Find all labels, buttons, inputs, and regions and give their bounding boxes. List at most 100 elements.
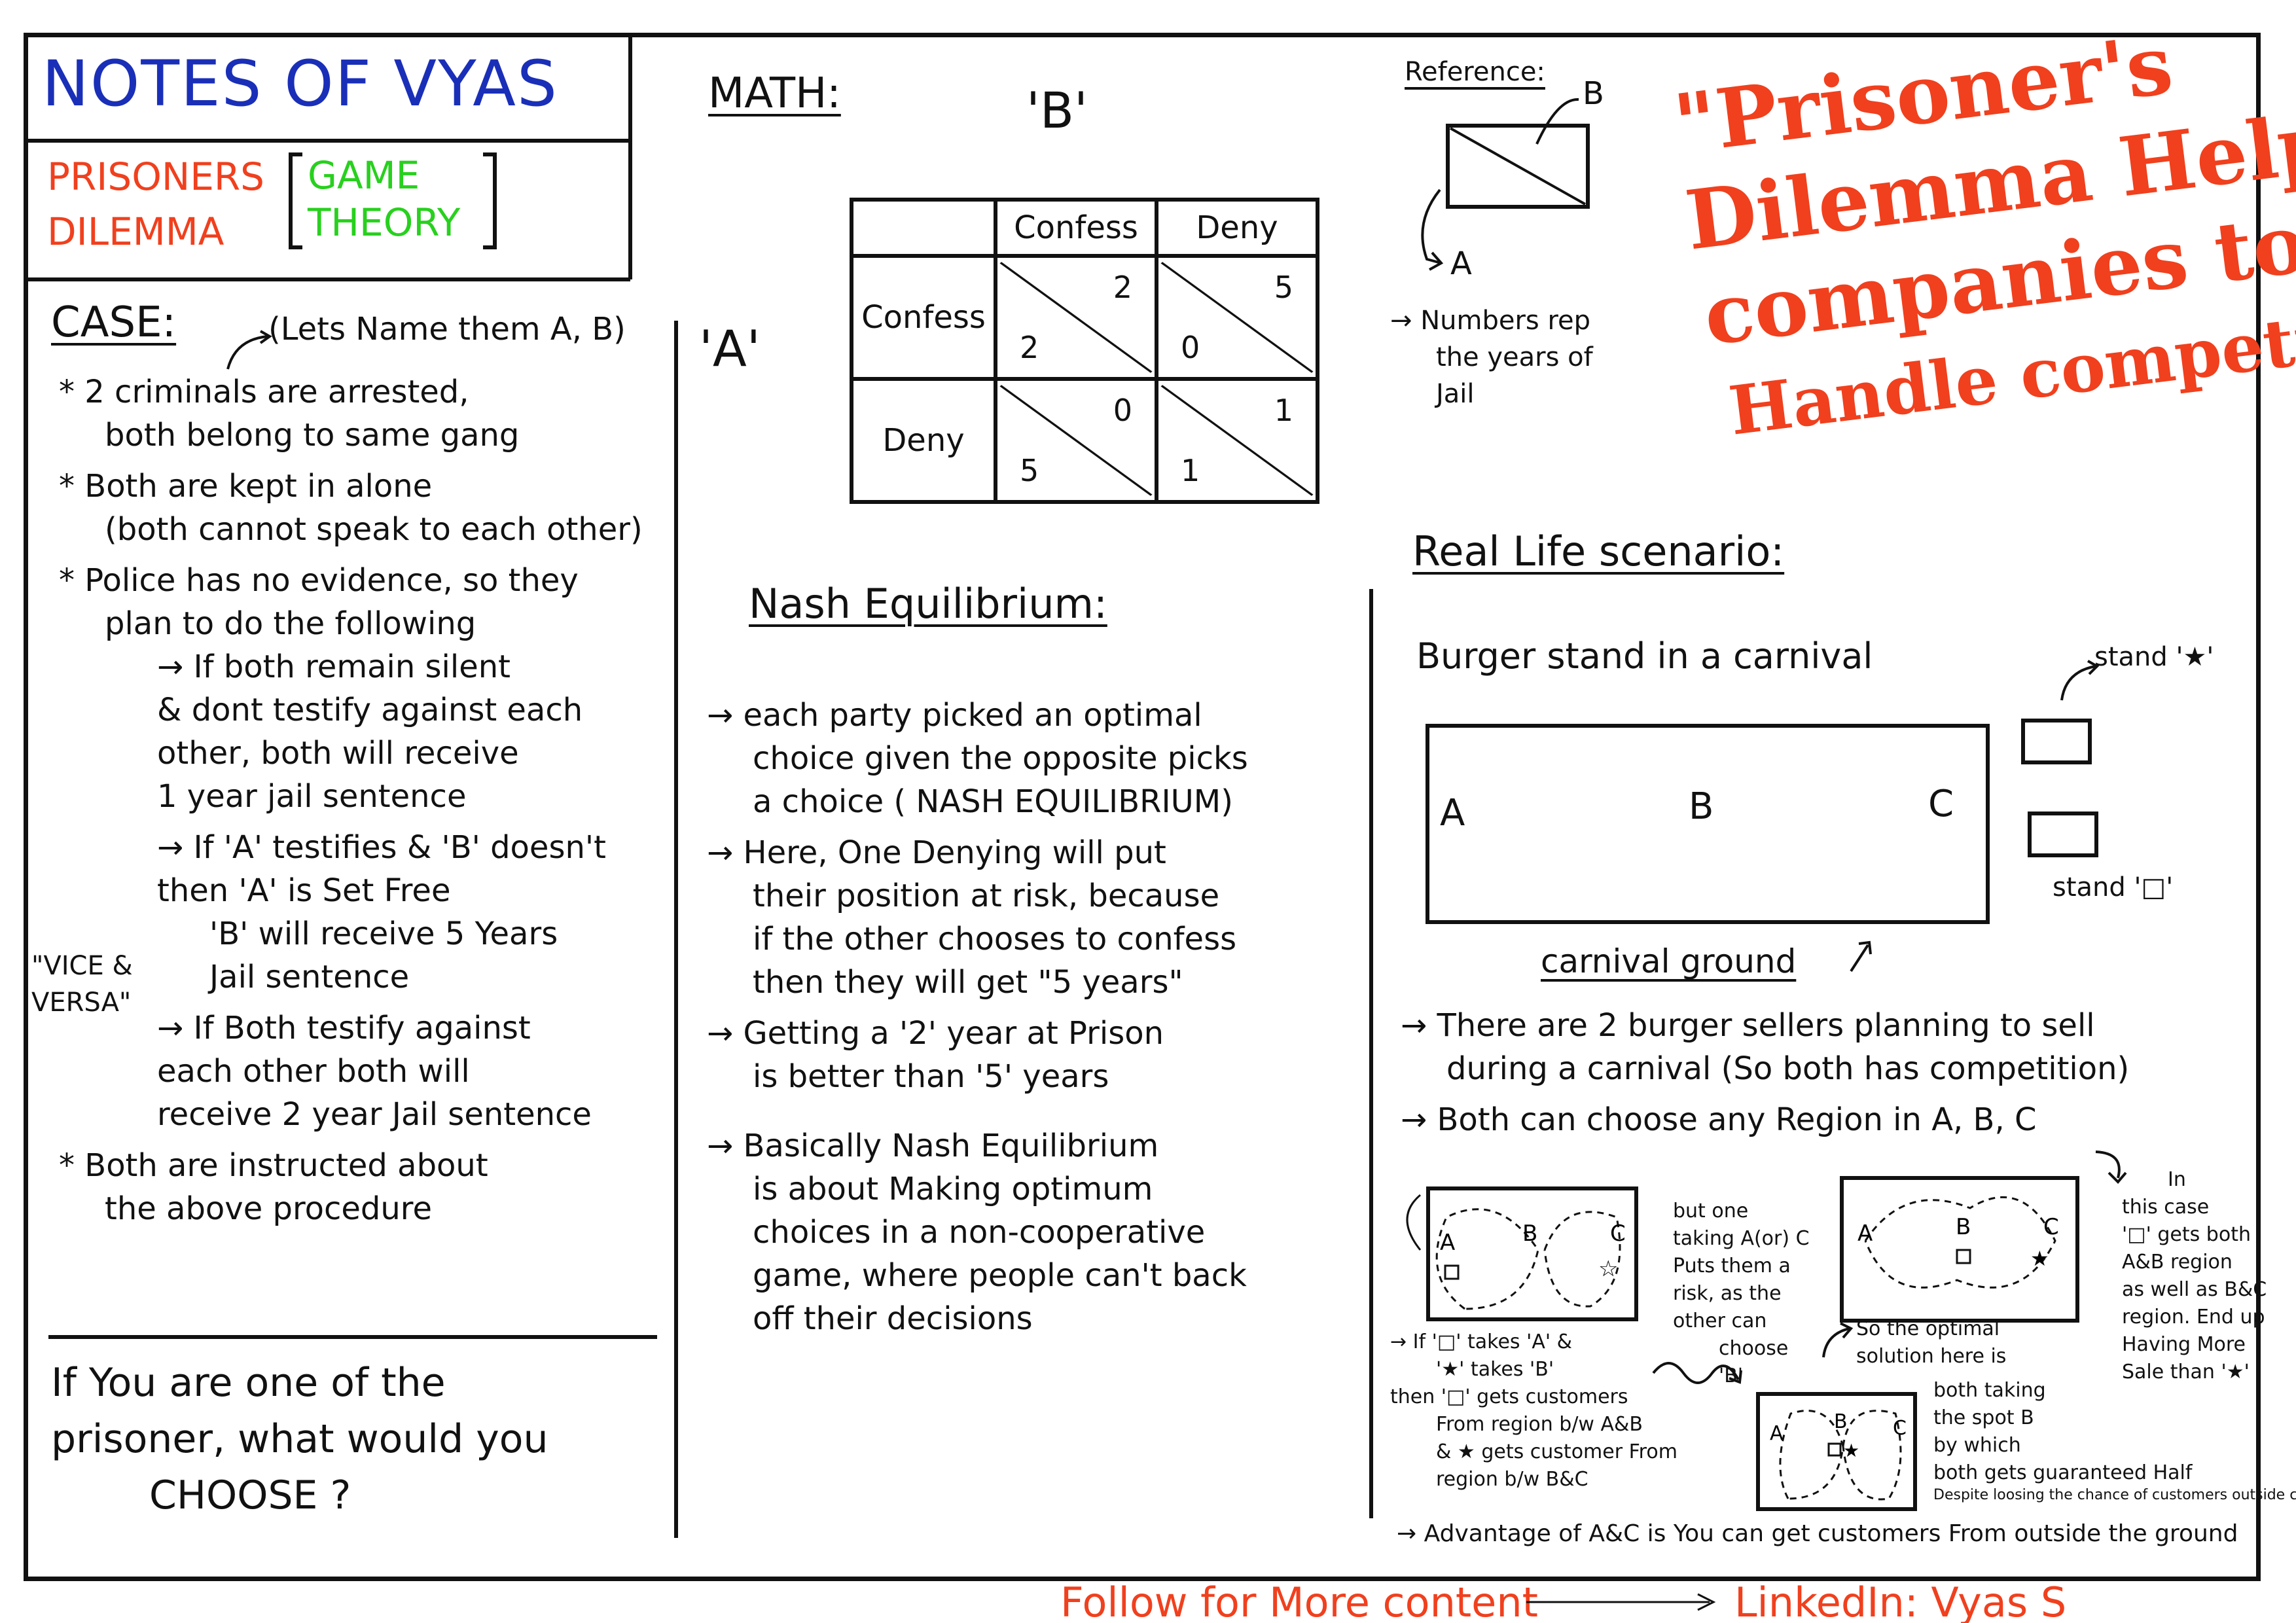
payoff-a: 1	[1181, 453, 1200, 488]
question-line: prisoner, what would you	[51, 1416, 548, 1462]
stand-star-icon	[2021, 719, 2092, 764]
case-line: → If 'A' testifies & 'B' doesn't	[157, 829, 606, 866]
curved-arrow-icon	[1822, 1322, 1854, 1358]
svg-text:C: C	[1610, 1221, 1626, 1247]
case-line: & dont testify against each	[157, 692, 583, 728]
row-header-deny: Deny	[850, 377, 997, 504]
case-line: 1 year jail sentence	[157, 778, 467, 815]
wavy-arrow-icon	[1652, 1362, 1742, 1384]
region-c-label: C	[1928, 783, 1954, 825]
question-divider	[48, 1335, 657, 1339]
left-line: region b/w B&C	[1436, 1468, 1588, 1491]
player-a-label: 'A'	[699, 319, 761, 378]
tag-line: GAME	[308, 153, 420, 198]
up-arrow-icon	[1850, 940, 1872, 972]
diagram3-small-note: Despite loosing the chance of customers …	[1933, 1487, 2296, 1503]
nash-line: is better than '5' years	[753, 1058, 1109, 1095]
tag-label: GAME THEORY	[308, 152, 460, 246]
nash-line: off their decisions	[753, 1300, 1033, 1337]
right-line: region. End up	[2122, 1306, 2265, 1329]
case-line: * Both are instructed about	[59, 1147, 488, 1184]
left-line: From region b/w A&B	[1436, 1413, 1643, 1436]
svg-text:A: A	[1770, 1422, 1784, 1445]
case-line: then 'A' is Set Free	[157, 872, 451, 909]
nash-line: their position at risk, because	[753, 878, 1220, 914]
nash-line: choices in a non-cooperative	[753, 1214, 1206, 1251]
payoff-a: 0	[1181, 330, 1200, 365]
region-b-label: B	[1689, 785, 1714, 828]
case-line: each other both will	[157, 1053, 470, 1090]
follow-cta: Follow for More content	[1060, 1578, 1538, 1623]
payoff-b: 5	[1274, 270, 1293, 305]
vice-versa-note: "VICE & VERSA"	[31, 948, 133, 1021]
stand-square-label: stand '□'	[2053, 872, 2174, 902]
headline-quote: "Prisoner's Dilemma Helps companies to H…	[1662, 0, 2296, 463]
stand-star-label: stand '★'	[2094, 642, 2214, 672]
reference-line: → Numbers rep	[1390, 306, 1591, 336]
case-line: → If both remain silent	[157, 649, 511, 685]
svg-text:B: B	[1522, 1221, 1537, 1247]
nash-line: → Getting a '2' year at Prison	[707, 1015, 1164, 1052]
diagram3-line: by which	[1933, 1434, 2021, 1457]
closing-question: If You are one of the prisoner, what wou…	[51, 1355, 548, 1524]
reference-heading: Reference:	[1405, 57, 1545, 87]
nash-line: → each party picked an optimal	[707, 697, 1202, 734]
diagram1-line: risk, as the	[1673, 1282, 1782, 1305]
question-line: CHOOSE ?	[149, 1472, 351, 1518]
payoff-a: 2	[1020, 330, 1039, 365]
nash-line: → Basically Nash Equilibrium	[707, 1128, 1159, 1164]
diagram1-line: Puts them a	[1673, 1255, 1791, 1277]
right-line: as well as B&C	[2122, 1278, 2267, 1301]
nash-line: then they will get "5 years"	[753, 964, 1183, 1001]
case-line: * Police has no evidence, so they	[59, 562, 579, 599]
question-line: If You are one of the	[51, 1360, 446, 1406]
region-a-label: A	[1440, 792, 1465, 834]
stand-square-icon	[2028, 812, 2098, 857]
topic-line: PRISONERS	[47, 154, 264, 199]
left-line: & ★ gets customer From	[1436, 1440, 1677, 1463]
scenario-line: during a carnival (So both has competiti…	[1446, 1050, 2130, 1087]
svg-text:B: B	[1956, 1214, 1971, 1240]
right-line: Having More	[2122, 1333, 2246, 1356]
optimal-line: So the optimal	[1856, 1317, 2000, 1340]
right-line: '□' gets both	[2122, 1223, 2251, 1246]
page-title: NOTES OF VYAS	[42, 47, 558, 120]
diagram3-note: both taking the spot B by which both get…	[1933, 1377, 2192, 1487]
nash-points: → each party picked an optimal choice gi…	[707, 694, 1248, 1340]
diagram3-line: both taking	[1933, 1379, 2046, 1402]
diagram1-line: taking A(or) C	[1673, 1227, 1810, 1250]
scenario-diagram-ab: ★ A B C	[1840, 1176, 2079, 1323]
case-line: both belong to same gang	[105, 417, 520, 454]
right-line: this case	[2122, 1196, 2210, 1219]
col-header-confess: Confess	[994, 198, 1158, 258]
right-line: A&B region	[2122, 1251, 2233, 1274]
svg-text:C: C	[1893, 1417, 1907, 1440]
left-line: then '□' gets customers	[1390, 1385, 1628, 1408]
svg-text:A: A	[1440, 1230, 1455, 1256]
diagram1-line: other can	[1673, 1310, 1767, 1332]
bracket-close-icon	[483, 152, 497, 249]
diagram3-line: the spot B	[1933, 1406, 2034, 1429]
reference-line: the years of	[1436, 342, 1593, 372]
left-line: '★' takes 'B'	[1436, 1358, 1554, 1381]
payoff-b: 1	[1274, 393, 1293, 428]
payoff-b: 2	[1113, 270, 1132, 305]
case-line: 'B' will receive 5 Years	[209, 916, 558, 952]
real-life-points: → There are 2 burger sellers planning to…	[1401, 1004, 2129, 1141]
scenario-line: → Both can choose any Region in A, B, C	[1401, 1101, 2037, 1138]
reference-line: Jail	[1436, 379, 1475, 409]
column-divider-right	[1369, 589, 1373, 1518]
payoff-matrix: Confess Deny Confess 2 2 5 0 Deny 0 5 1 …	[850, 198, 1319, 504]
player-b-label: 'B'	[1026, 81, 1088, 139]
svg-text:B: B	[1834, 1410, 1848, 1433]
nash-line: if the other chooses to confess	[753, 921, 1237, 957]
case-line: * Both are kept in alone	[59, 468, 433, 505]
long-arrow-icon	[1526, 1593, 1716, 1611]
payoff-cell: 5 0	[1155, 254, 1319, 381]
linkedin-link[interactable]: LinkedIn: Vyas S	[1734, 1578, 2066, 1623]
case-line: → If Both testify against	[157, 1010, 531, 1046]
payoff-cell: 2 2	[994, 254, 1158, 381]
nash-heading: Nash Equilibrium:	[749, 580, 1107, 628]
left-note: → If '□' takes 'A' & '★' takes 'B' then …	[1390, 1329, 1677, 1493]
payoff-cell: 1 1	[1155, 377, 1319, 504]
